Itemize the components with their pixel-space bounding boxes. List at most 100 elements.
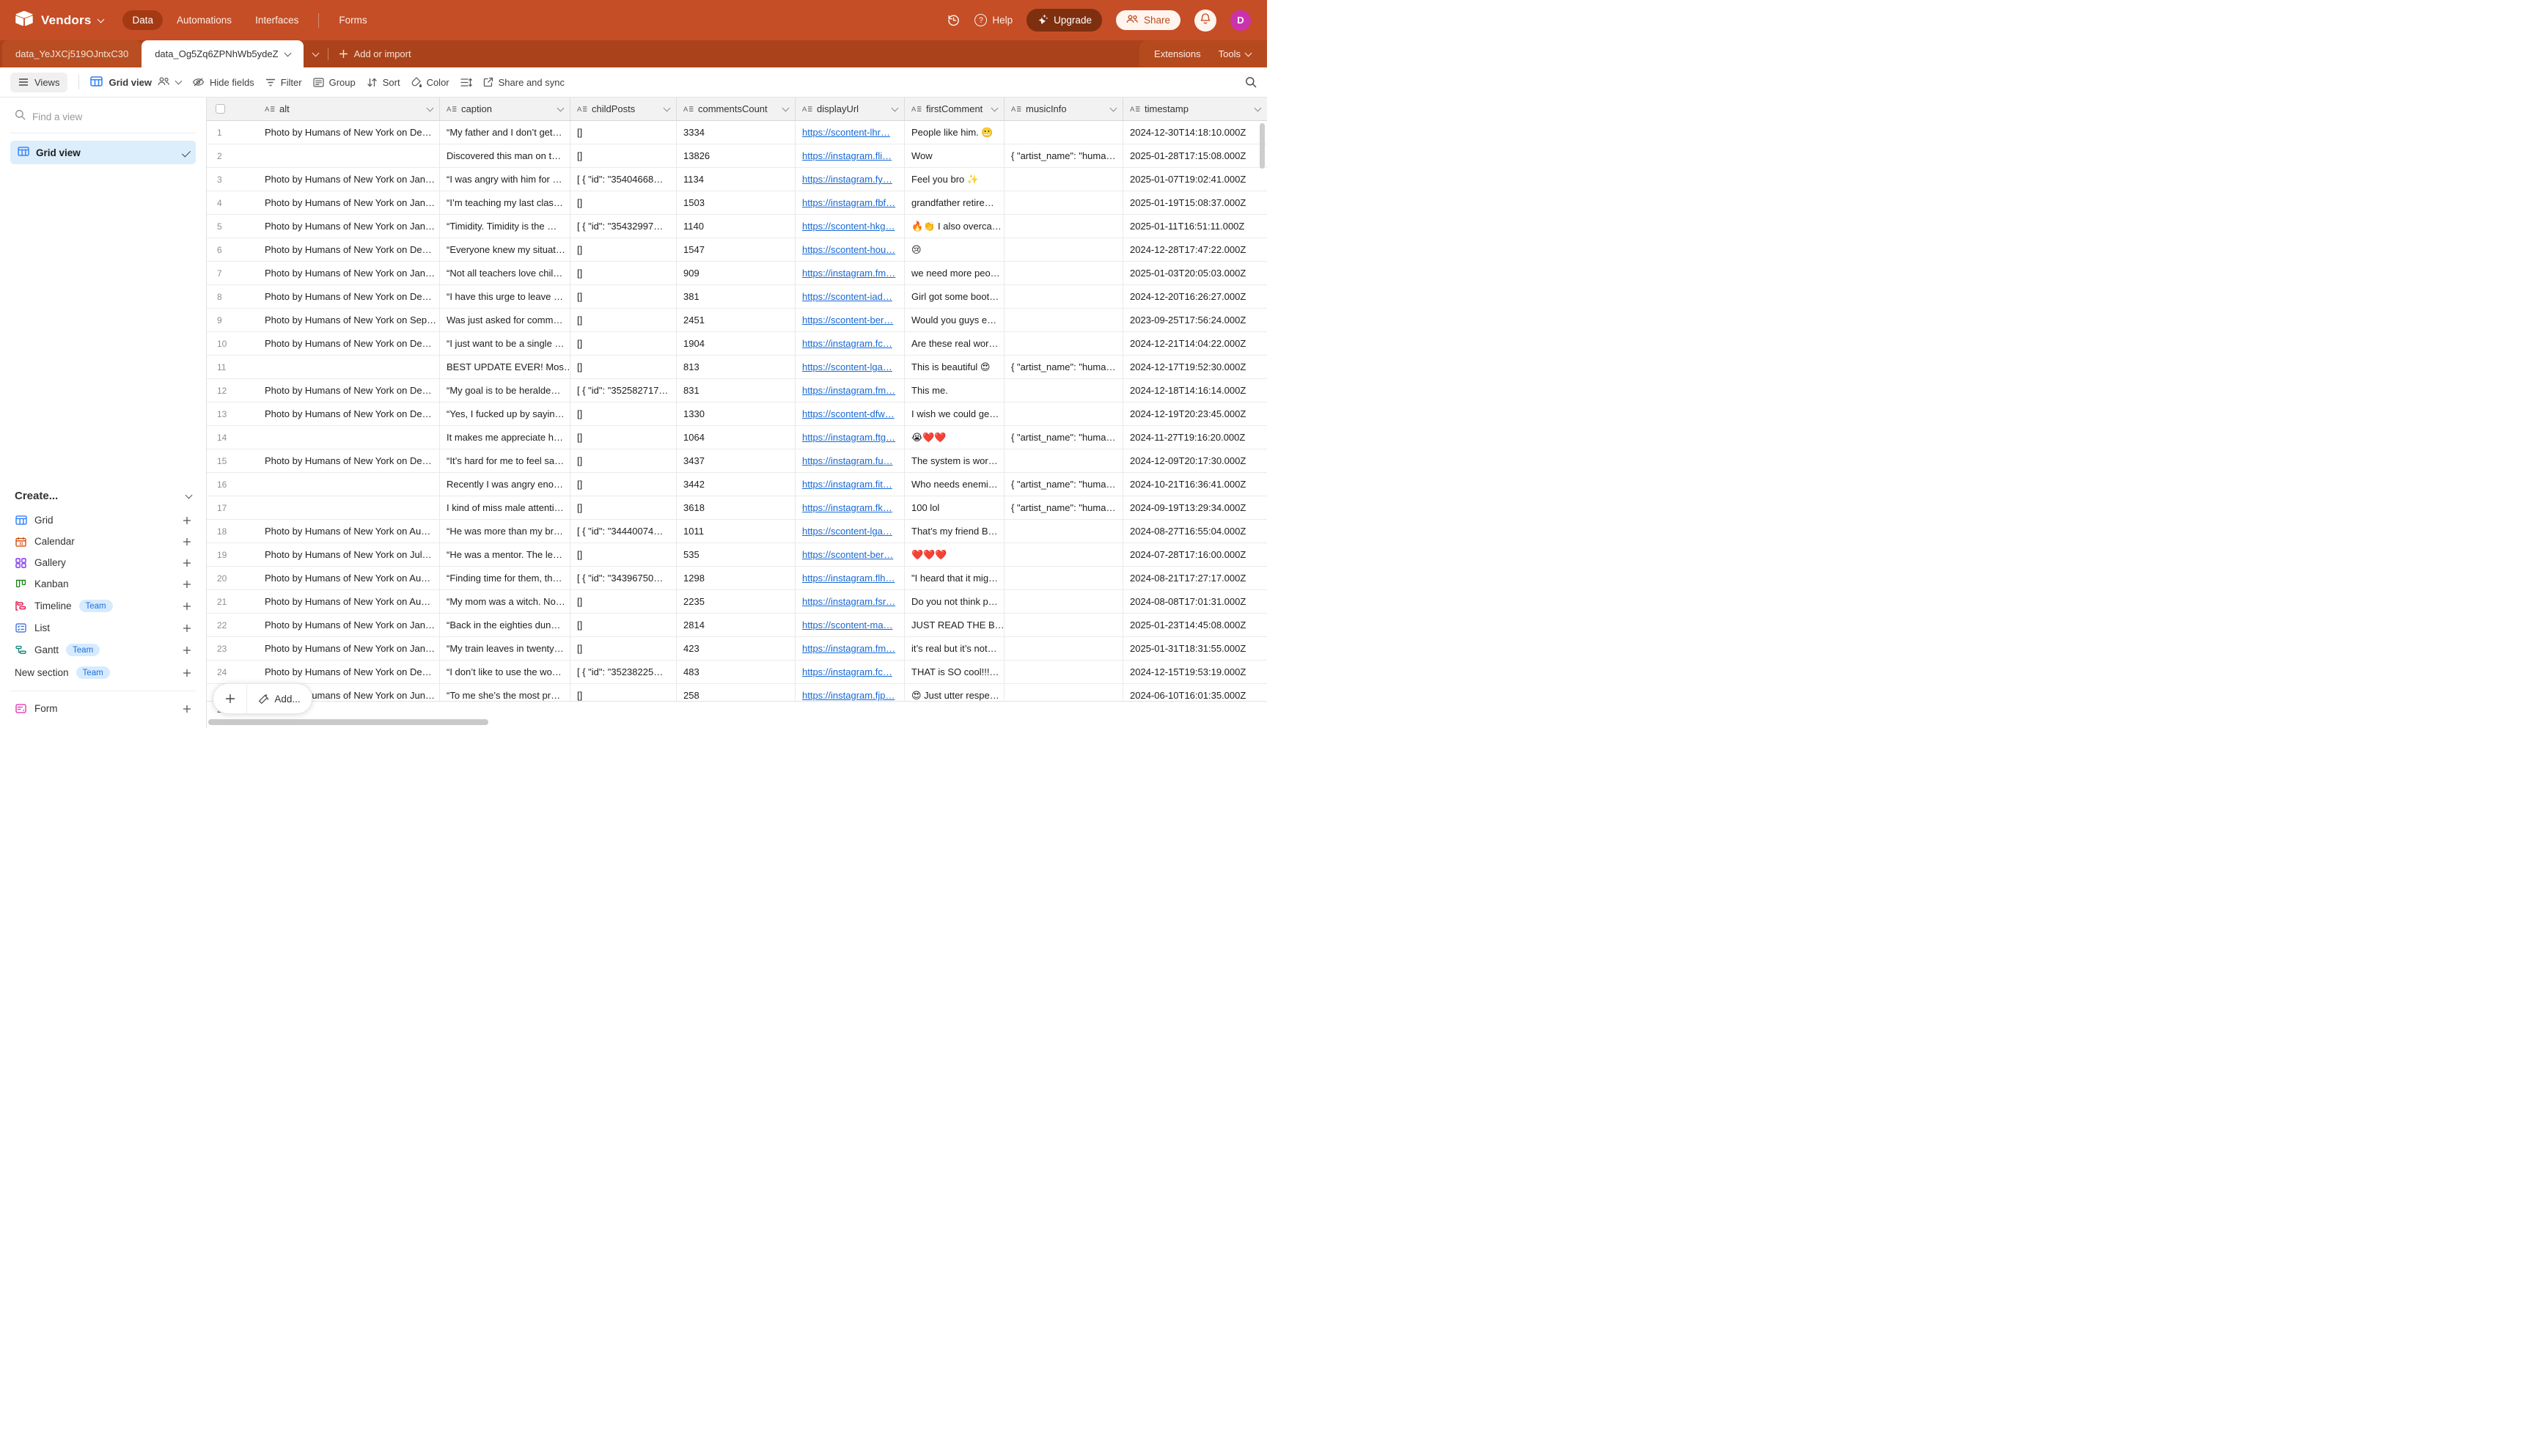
row-number[interactable]: 16 bbox=[207, 473, 258, 496]
cell-timestamp[interactable]: 2024-12-19T20:23:45.000Z bbox=[1123, 402, 1267, 425]
cell-displayUrl[interactable]: https://instagram.fm… bbox=[796, 637, 905, 660]
row-number[interactable]: 9 bbox=[207, 309, 258, 331]
cell-commentsCount[interactable]: 423 bbox=[677, 637, 796, 660]
row-number[interactable]: 3 bbox=[207, 168, 258, 191]
cell-childPosts[interactable]: [] bbox=[570, 590, 677, 613]
search-icon[interactable] bbox=[1245, 76, 1257, 88]
row-number[interactable]: 11 bbox=[207, 356, 258, 378]
cell-musicInfo[interactable]: { "artist_name": "huma… bbox=[1005, 426, 1123, 449]
cell-displayUrl[interactable]: https://instagram.fbf… bbox=[796, 191, 905, 214]
cell-commentsCount[interactable]: 1904 bbox=[677, 332, 796, 355]
cell-firstComment[interactable]: 😢 bbox=[905, 238, 1005, 261]
create-item-gantt[interactable]: GanttTeam bbox=[10, 639, 196, 661]
filter-button[interactable]: Filter bbox=[265, 77, 302, 88]
history-icon[interactable] bbox=[947, 13, 961, 27]
cell-commentsCount[interactable]: 1140 bbox=[677, 215, 796, 238]
cell-commentsCount[interactable]: 1011 bbox=[677, 520, 796, 543]
cell-alt[interactable]: Photo by Humans of New York on Au… bbox=[258, 567, 440, 589]
cell-childPosts[interactable]: [] bbox=[570, 309, 677, 331]
cell-caption[interactable]: “He was more than my br… bbox=[440, 520, 570, 543]
cell-childPosts[interactable]: [] bbox=[570, 402, 677, 425]
cell-timestamp[interactable]: 2025-01-31T18:31:55.000Z bbox=[1123, 637, 1267, 660]
tab-interfaces[interactable]: Interfaces bbox=[246, 10, 308, 30]
cell-alt[interactable]: Photo by Humans of New York on De… bbox=[258, 121, 440, 144]
cell-displayUrl[interactable]: https://scontent-lga… bbox=[796, 520, 905, 543]
row-number[interactable]: 2 bbox=[207, 144, 258, 167]
row-number[interactable]: 1 bbox=[207, 121, 258, 144]
cell-commentsCount[interactable]: 1064 bbox=[677, 426, 796, 449]
row-number[interactable]: 22 bbox=[207, 614, 258, 636]
cell-timestamp[interactable]: 2025-01-03T20:05:03.000Z bbox=[1123, 262, 1267, 284]
cell-alt[interactable]: Photo by Humans of New York on Jan… bbox=[258, 168, 440, 191]
cell-timestamp[interactable]: 2023-09-25T17:56:24.000Z bbox=[1123, 309, 1267, 331]
cell-displayUrl[interactable]: https://instagram.fli… bbox=[796, 144, 905, 167]
cell-displayUrl[interactable]: https://scontent-hou… bbox=[796, 238, 905, 261]
create-item-kanban[interactable]: Kanban bbox=[10, 573, 196, 595]
cell-commentsCount[interactable]: 381 bbox=[677, 285, 796, 308]
cell-caption[interactable]: Was just asked for comm… bbox=[440, 309, 570, 331]
cell-alt[interactable]: Photo by Humans of New York on De… bbox=[258, 285, 440, 308]
add-view-button[interactable] bbox=[183, 646, 191, 655]
add-view-button[interactable] bbox=[183, 580, 191, 589]
cell-alt[interactable] bbox=[258, 426, 440, 449]
cell-commentsCount[interactable]: 2235 bbox=[677, 590, 796, 613]
sidebar-item-grid-view[interactable]: Grid view bbox=[10, 141, 196, 164]
cell-displayUrl[interactable]: https://scontent-hkg… bbox=[796, 215, 905, 238]
create-item-calendar[interactable]: 31Calendar bbox=[10, 531, 196, 552]
cell-firstComment[interactable]: 100 lol bbox=[905, 496, 1005, 519]
cell-firstComment[interactable]: grandfather retire… bbox=[905, 191, 1005, 214]
row-number[interactable]: 21 bbox=[207, 590, 258, 613]
cell-firstComment[interactable]: THAT is SO cool!!!… bbox=[905, 661, 1005, 683]
row-number[interactable]: 7 bbox=[207, 262, 258, 284]
grid-view-button[interactable]: Grid view bbox=[90, 76, 181, 89]
cell-musicInfo[interactable] bbox=[1005, 661, 1123, 683]
cell-childPosts[interactable]: [ { "id": "352582717… bbox=[570, 379, 677, 402]
cell-alt[interactable]: Photo by Humans of New York on De… bbox=[258, 332, 440, 355]
cell-commentsCount[interactable]: 3437 bbox=[677, 449, 796, 472]
cell-timestamp[interactable]: 2024-12-09T20:17:30.000Z bbox=[1123, 449, 1267, 472]
row-number[interactable]: 23 bbox=[207, 637, 258, 660]
row-number[interactable]: 6 bbox=[207, 238, 258, 261]
cell-caption[interactable]: “Timidity. Timidity is the … bbox=[440, 215, 570, 238]
add-view-button[interactable] bbox=[183, 516, 191, 525]
upgrade-button[interactable]: Upgrade bbox=[1027, 9, 1102, 32]
cell-alt[interactable]: Photo by Humans of New York on De… bbox=[258, 449, 440, 472]
cell-alt[interactable]: Photo by Humans of New York on De… bbox=[258, 661, 440, 683]
cell-timestamp[interactable]: 2024-07-28T17:16:00.000Z bbox=[1123, 543, 1267, 566]
cell-timestamp[interactable]: 2024-10-21T16:36:41.000Z bbox=[1123, 473, 1267, 496]
horizontal-scrollbar[interactable] bbox=[208, 719, 488, 725]
cell-firstComment[interactable]: The system is wor… bbox=[905, 449, 1005, 472]
cell-childPosts[interactable]: [] bbox=[570, 426, 677, 449]
column-header-timestamp[interactable]: Atimestamp bbox=[1123, 98, 1267, 120]
cell-displayUrl[interactable]: https://instagram.fm… bbox=[796, 262, 905, 284]
cell-commentsCount[interactable]: 909 bbox=[677, 262, 796, 284]
cell-timestamp[interactable]: 2024-08-27T16:55:04.000Z bbox=[1123, 520, 1267, 543]
tools-button[interactable]: Tools bbox=[1219, 48, 1251, 59]
cell-displayUrl[interactable]: https://scontent-lga… bbox=[796, 356, 905, 378]
cell-childPosts[interactable]: [] bbox=[570, 332, 677, 355]
cell-musicInfo[interactable] bbox=[1005, 637, 1123, 660]
share-button[interactable]: Share bbox=[1116, 10, 1180, 30]
cell-musicInfo[interactable] bbox=[1005, 332, 1123, 355]
cell-timestamp[interactable]: 2025-01-28T17:15:08.000Z bbox=[1123, 144, 1267, 167]
avatar[interactable]: D bbox=[1230, 10, 1251, 31]
row-number[interactable]: 18 bbox=[207, 520, 258, 543]
cell-firstComment[interactable]: it’s real but it’s not… bbox=[905, 637, 1005, 660]
cell-musicInfo[interactable] bbox=[1005, 215, 1123, 238]
cell-caption[interactable]: “Back in the eighties dun… bbox=[440, 614, 570, 636]
row-number[interactable]: 10 bbox=[207, 332, 258, 355]
cell-caption[interactable]: BEST UPDATE EVER! Mos… bbox=[440, 356, 570, 378]
cell-musicInfo[interactable] bbox=[1005, 379, 1123, 402]
tab-list-chevron[interactable] bbox=[304, 40, 328, 67]
cell-childPosts[interactable]: [] bbox=[570, 637, 677, 660]
cell-firstComment[interactable]: "I heard that it mig… bbox=[905, 567, 1005, 589]
cell-firstComment[interactable]: I wish we could ge… bbox=[905, 402, 1005, 425]
cell-musicInfo[interactable]: { "artist_name": "huma… bbox=[1005, 356, 1123, 378]
cell-commentsCount[interactable]: 3334 bbox=[677, 121, 796, 144]
row-number[interactable]: 5 bbox=[207, 215, 258, 238]
cell-timestamp[interactable]: 2025-01-19T15:08:37.000Z bbox=[1123, 191, 1267, 214]
cell-timestamp[interactable]: 2024-12-28T17:47:22.000Z bbox=[1123, 238, 1267, 261]
cell-firstComment[interactable]: Are these real wor… bbox=[905, 332, 1005, 355]
cell-musicInfo[interactable]: { "artist_name": "huma… bbox=[1005, 496, 1123, 519]
cell-commentsCount[interactable]: 3618 bbox=[677, 496, 796, 519]
